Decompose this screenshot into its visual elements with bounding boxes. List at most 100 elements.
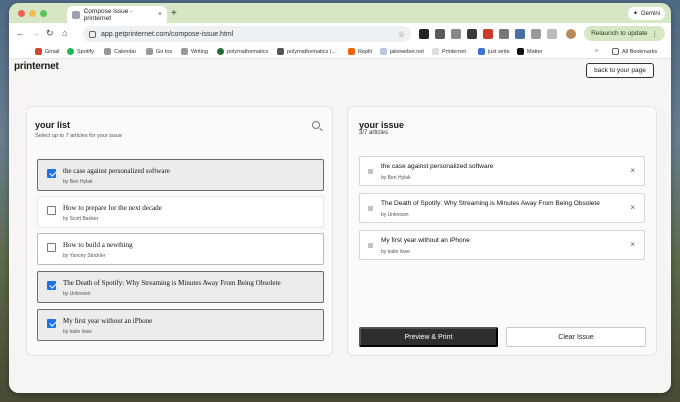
article-title: My first year without an iPhone [63, 317, 153, 325]
issue-article-title: The Death of Spotify: Why Streaming is M… [381, 200, 600, 207]
sparkle-icon: ✦ [632, 11, 638, 17]
maximize-window-button[interactable] [40, 10, 47, 17]
extension-icon-7[interactable] [515, 29, 525, 39]
clear-issue-button[interactable]: Clear Issue [506, 327, 646, 347]
brand-logo[interactable]: printernet [14, 61, 59, 72]
bookmark-printernet[interactable]: Printernet [432, 48, 466, 55]
gemini-label: Gemini [640, 10, 660, 17]
gmail-icon [35, 48, 42, 55]
tab-compose-issue[interactable]: Compose issue - printernet × [67, 6, 167, 23]
article-checkbox[interactable] [47, 206, 56, 215]
article-checkbox[interactable] [47, 243, 56, 252]
issue-article-author: by katie lowe [381, 249, 410, 255]
your-issue-panel: your issue 3/7 articles the case against… [347, 106, 657, 356]
issue-article-title: the case against personalized software [381, 163, 494, 170]
new-tab-button[interactable]: + [171, 8, 177, 19]
close-window-button[interactable] [18, 10, 25, 17]
site-info-icon[interactable] [89, 30, 96, 38]
issue-item[interactable]: the case against personalized software b… [359, 156, 645, 186]
relaunch-button[interactable]: Relaunch to update ⋮ [584, 26, 665, 41]
remove-icon[interactable]: × [630, 166, 635, 175]
minimize-window-button[interactable] [29, 10, 36, 17]
browser-window: Compose issue - printernet × + ✦ Gemini … [9, 3, 671, 393]
puzzle-extensions-icon[interactable] [531, 29, 541, 39]
page-favicon-icon [72, 10, 80, 19]
your-list-subtitle: Select up to 7 articles for your issue [35, 133, 123, 139]
back-arrow-icon[interactable]: ← [16, 28, 25, 38]
issue-article-author: by Ben Hylak [381, 175, 411, 181]
extension-icon-2[interactable] [435, 29, 445, 39]
site-icon [380, 48, 387, 55]
extension-icon-1[interactable] [419, 29, 429, 39]
doc-icon [478, 48, 485, 55]
bookmarks-overflow[interactable]: » [595, 48, 598, 54]
extension-icon-4[interactable] [467, 29, 477, 39]
preview-print-button[interactable]: Preview & Print [359, 327, 498, 347]
drag-handle-icon[interactable] [368, 169, 373, 174]
sidebar-icon[interactable] [547, 29, 557, 39]
article-author: by Yancey Strickler [63, 253, 106, 259]
folder-icon [612, 48, 619, 55]
article-checkbox[interactable] [47, 169, 56, 178]
bookmark-matter[interactable]: Matter [517, 48, 543, 55]
tab-close-icon[interactable]: × [158, 11, 162, 18]
article-author: by Ben Hylak [63, 179, 93, 185]
issue-item[interactable]: My first year without an iPhone by katie… [359, 230, 645, 260]
gemini-button[interactable]: ✦ Gemini [627, 7, 665, 20]
bookmark-writing[interactable]: Writing [181, 48, 208, 55]
tab-title: Compose issue - printernet [83, 7, 133, 22]
search-icon[interactable] [312, 121, 320, 129]
article-title: How to build a newthing [63, 241, 133, 249]
article-checkbox[interactable] [47, 281, 56, 290]
bookmark-just-write[interactable]: just write [478, 48, 510, 55]
address-bar[interactable]: app.getprinternet.com/compose-issue.html… [83, 26, 411, 42]
bookmark-gmail[interactable]: Gmail [35, 48, 59, 55]
bookmark-star-icon[interactable]: ☆ [398, 30, 405, 39]
bookmark-go-tos[interactable]: Go tos [146, 48, 172, 55]
extension-icon-3[interactable] [451, 29, 461, 39]
issue-article-author: by Unknown [381, 212, 409, 218]
your-list-title: your list [35, 120, 71, 130]
reload-icon[interactable]: ↻ [46, 28, 54, 39]
all-bookmarks[interactable]: All Bookmarks [612, 48, 657, 55]
remove-icon[interactable]: × [630, 240, 635, 249]
drag-handle-icon[interactable] [368, 206, 373, 211]
list-item[interactable]: How to prepare for the next decade by Sc… [37, 196, 324, 228]
forward-arrow-icon[interactable]: → [31, 28, 40, 38]
article-title: The Death of Spotify: Why Streaming is M… [63, 279, 281, 287]
article-author: by katie lowe [63, 329, 92, 335]
your-issue-title: your issue [359, 120, 405, 130]
bookmark-calendar[interactable]: Calendar [104, 48, 136, 55]
url-text: app.getprinternet.com/compose-issue.html [101, 30, 234, 38]
browser-toolbar: ← → ↻ ⌂ app.getprinternet.com/compose-is… [9, 23, 671, 45]
bookmark-polymathematics[interactable]: polymathematics [217, 48, 268, 55]
issue-item[interactable]: The Death of Spotify: Why Streaming is M… [359, 193, 645, 223]
list-item[interactable]: How to build a newthing by Yancey Strick… [37, 233, 324, 265]
spotify-icon [67, 48, 74, 55]
article-title: How to prepare for the next decade [63, 204, 162, 212]
list-item[interactable]: The Death of Spotify: Why Streaming is M… [37, 271, 324, 303]
article-checkbox[interactable] [47, 319, 56, 328]
site-icon [217, 48, 224, 55]
bookmark-polymathematics-2[interactable]: polymathematics |... [277, 48, 336, 55]
home-icon[interactable]: ⌂ [62, 28, 67, 38]
page-content: printernet back to your page your list S… [9, 59, 671, 393]
article-author: by Scott Banker [63, 216, 99, 222]
profile-avatar[interactable] [566, 29, 576, 39]
drag-handle-icon[interactable] [368, 243, 373, 248]
extension-icon-6[interactable] [499, 29, 509, 39]
bookmark-replit[interactable]: Replit [348, 48, 372, 55]
issue-article-title: My first year without an iPhone [381, 237, 470, 244]
back-to-your-page-button[interactable]: back to your page [586, 63, 654, 78]
matter-icon [517, 48, 524, 55]
more-menu-icon[interactable]: ⋮ [652, 30, 659, 38]
bookmark-spotify[interactable]: Spotify [67, 48, 94, 55]
list-item[interactable]: My first year without an iPhone by katie… [37, 309, 324, 341]
site-icon [432, 48, 439, 55]
article-author: by Unknown [63, 291, 91, 297]
remove-icon[interactable]: × [630, 203, 635, 212]
list-item[interactable]: the case against personalized software b… [37, 159, 324, 191]
extension-icon-5[interactable] [483, 29, 493, 39]
bookmark-jakeweber[interactable]: jakeweber.net [380, 48, 424, 55]
folder-icon [146, 48, 153, 55]
